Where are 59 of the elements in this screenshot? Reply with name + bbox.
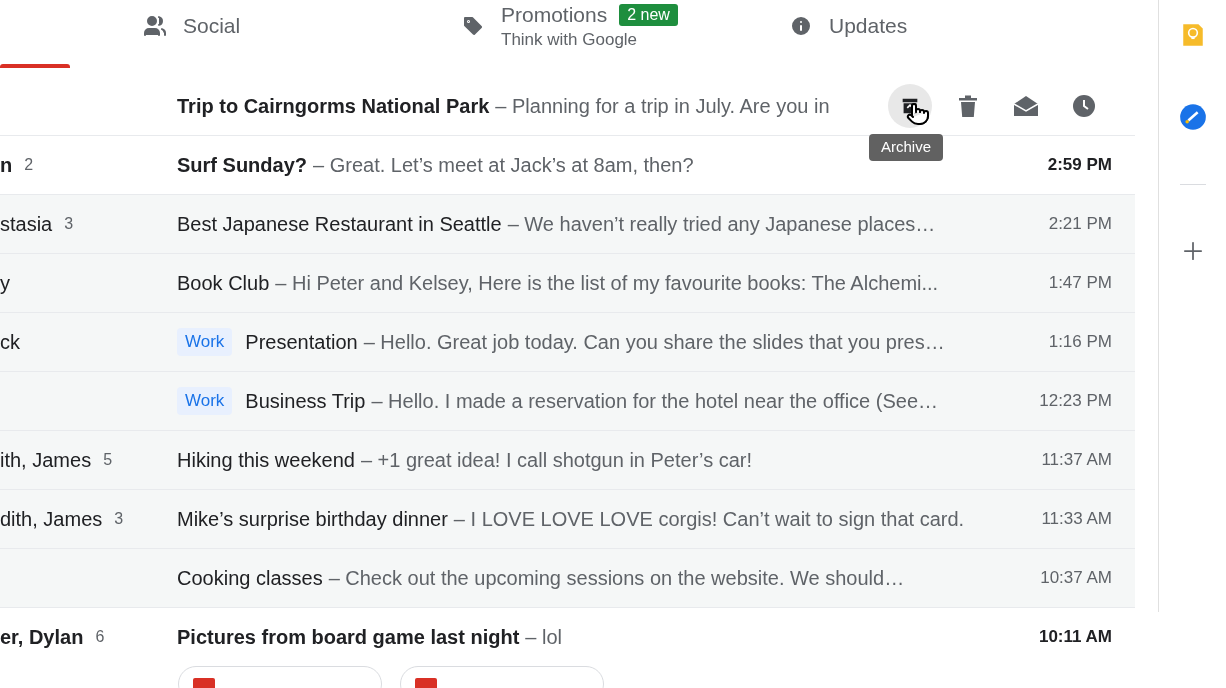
thread-count: 6 (95, 627, 105, 647)
email-time: 1:16 PM (1047, 331, 1113, 354)
trash-icon (957, 94, 979, 118)
category-tab[interactable]: Promotions 2 new Think with Google (449, 0, 690, 52)
email-time: 12:23 PM (1038, 390, 1113, 413)
email-snippet: – +1 great idea! I call shotgun in Peter’s car! (360, 448, 753, 473)
label-chip: Work (177, 328, 233, 356)
hand-cursor-icon (906, 102, 930, 126)
email-time: 11:37 AM (1040, 449, 1113, 472)
email-sender: ck (0, 330, 20, 355)
thread-count: 5 (103, 450, 113, 470)
email-snippet: – Planning for a trip in July. Are you in (495, 94, 830, 119)
email-snippet: – Hello. Great job today. Can you share the slides that you pres… (363, 330, 945, 355)
email-row[interactable]: ith, James 5 Hiking this weekend – +1 great idea! I call shotgun in Peter’s car! 11:37 AM (0, 431, 1135, 490)
email-sender: dith, James (0, 507, 103, 532)
tag-icon (461, 14, 485, 38)
category-tab[interactable]: Social (131, 0, 253, 52)
email-time: 1:47 PM (1047, 272, 1113, 295)
email-subject: Pictures from board game last night (177, 625, 520, 650)
tooltip: Archive (869, 134, 944, 161)
email-time: 2:21 PM (1047, 213, 1113, 236)
email-subject: Business Trip (245, 389, 366, 414)
email-subject: Presentation (245, 330, 358, 355)
tasks-icon (1178, 103, 1207, 131)
email-subject: Book Club (177, 271, 270, 296)
email-sender: er, Dylan (0, 625, 84, 650)
email-snippet: – Check out the upcoming sessions on the website. We should… (328, 566, 905, 591)
label-chip: Work (177, 387, 233, 415)
email-sender: stasia (0, 212, 53, 237)
email-snippet: – lol (525, 625, 562, 650)
open-envelope-icon (1013, 95, 1039, 117)
tab-subtitle: Think with Google (501, 28, 638, 50)
new-count-badge: 2 new (619, 4, 678, 27)
email-subject: Cooking classes (177, 566, 323, 591)
thread-count: 3 (64, 214, 74, 234)
email-subject: Hiking this weekend (177, 448, 355, 473)
email-subject: Best Japanese Restaurant in Seattle (177, 212, 502, 237)
email-sender: ith, James (0, 448, 92, 473)
email-subject: Trip to Cairngorms National Park (177, 94, 490, 119)
email-row[interactable]: Work Business Trip – Hello. I made a reservation for the hotel near the office (See… 12:23 PM (0, 372, 1135, 431)
thread-count: 3 (114, 509, 124, 529)
email-time: 10:37 AM (1039, 567, 1113, 590)
email-snippet: – We haven’t really tried any Japanese places… (507, 212, 936, 237)
category-tab[interactable]: Updates (777, 0, 920, 52)
email-row[interactable]: dith, James 3 Mike’s surprise birthday dinner – I LOVE LOVE LOVE corgis! Can’t wait to sign that card. 11:33 AM (0, 490, 1135, 549)
email-snippet: – Hello. I made a reservation for the hotel near the office (See… (371, 389, 939, 414)
email-sender: y (0, 271, 10, 296)
email-row[interactable]: stasia 3 Best Japanese Restaurant in Seattle – We haven’t really tried any Japanese places… 2:21 PM (0, 195, 1135, 254)
email-snippet: – I LOVE LOVE LOVE corgis! Can’t wait to sign that card. (453, 507, 965, 532)
email-subject: Mike’s surprise birthday dinner (177, 507, 448, 532)
email-snippet: – Hi Peter and Kelsey, Here is the list of my favourite books: The Alchemi... (275, 271, 939, 296)
email-time: 11:33 AM (1040, 508, 1113, 531)
email-row[interactable]: y Book Club – Hi Peter and Kelsey, Here is the list of my favourite books: The Alchemi... 1:47 PM (0, 254, 1135, 313)
people-icon (143, 14, 167, 38)
clock-icon (1072, 94, 1096, 118)
info-icon (789, 14, 813, 38)
email-time: 10:11 AM (1037, 626, 1113, 649)
email-row[interactable]: Cooking classes – Check out the upcoming sessions on the website. We should… 10:37 AM (0, 549, 1135, 608)
email-row[interactable]: ck Work Presentation – Hello. Great job today. Can you share the slides that you pres… 1:16 PM (0, 313, 1135, 372)
